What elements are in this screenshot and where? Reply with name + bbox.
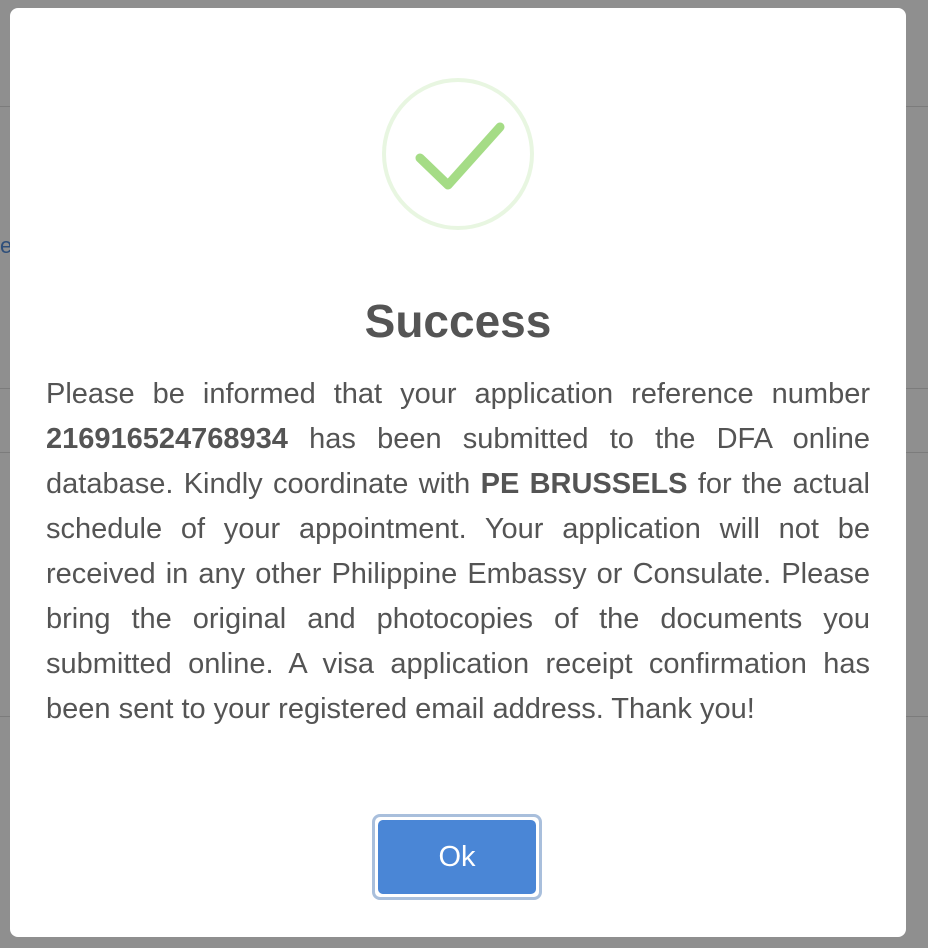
background-partial-text: e	[0, 233, 10, 258]
message-text: Please be informed that your application…	[46, 378, 870, 410]
reference-number: 216916524768934	[46, 423, 288, 455]
message-text: for the actual schedule of your appointm…	[46, 468, 870, 725]
ok-button[interactable]: Ok	[378, 820, 536, 894]
checkmark-circle-icon	[381, 77, 535, 231]
dialog-message: Please be informed that your application…	[46, 372, 870, 732]
success-dialog: Success Please be informed that your app…	[10, 8, 906, 937]
post-name: PE BRUSSELS	[480, 468, 688, 500]
dialog-title: Success	[364, 295, 552, 347]
